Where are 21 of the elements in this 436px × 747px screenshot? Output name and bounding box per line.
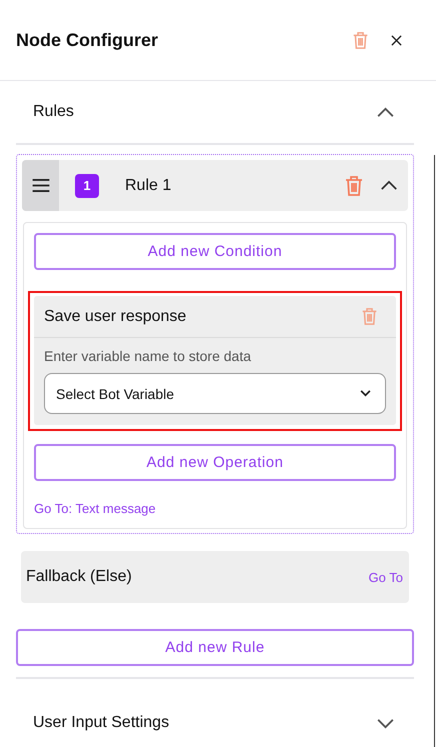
add-rule-button[interactable]: Add new Rule: [16, 629, 414, 666]
close-icon[interactable]: [391, 34, 402, 46]
panel-title: Node Configurer: [16, 30, 159, 50]
add-operation-button[interactable]: Add new Operation: [34, 444, 396, 481]
menu-button[interactable]: [22, 160, 59, 211]
variable-select[interactable]: Select Bot Variable: [44, 373, 386, 414]
goto-link[interactable]: Go To: Text message: [34, 501, 156, 516]
menu-icon: [30, 179, 50, 192]
rule-title: Rule 1: [125, 176, 172, 194]
field-label: Enter variable name to store data: [44, 348, 252, 364]
chevron-icon[interactable]: [380, 180, 398, 191]
operation-title: Save user response: [44, 308, 186, 326]
chevron-icon[interactable]: [376, 718, 395, 728]
goto-link[interactable]: Go To: [368, 570, 403, 584]
section-title: Rules: [33, 103, 74, 121]
add-condition-button[interactable]: Add new Condition: [34, 233, 396, 270]
chevron-icon[interactable]: [376, 106, 395, 118]
section-title: User Input Settings: [33, 714, 170, 732]
dropdown-icon: [360, 390, 371, 397]
rule-number-badge: 1: [75, 174, 99, 198]
fallback-title: Fallback (Else): [26, 568, 132, 586]
